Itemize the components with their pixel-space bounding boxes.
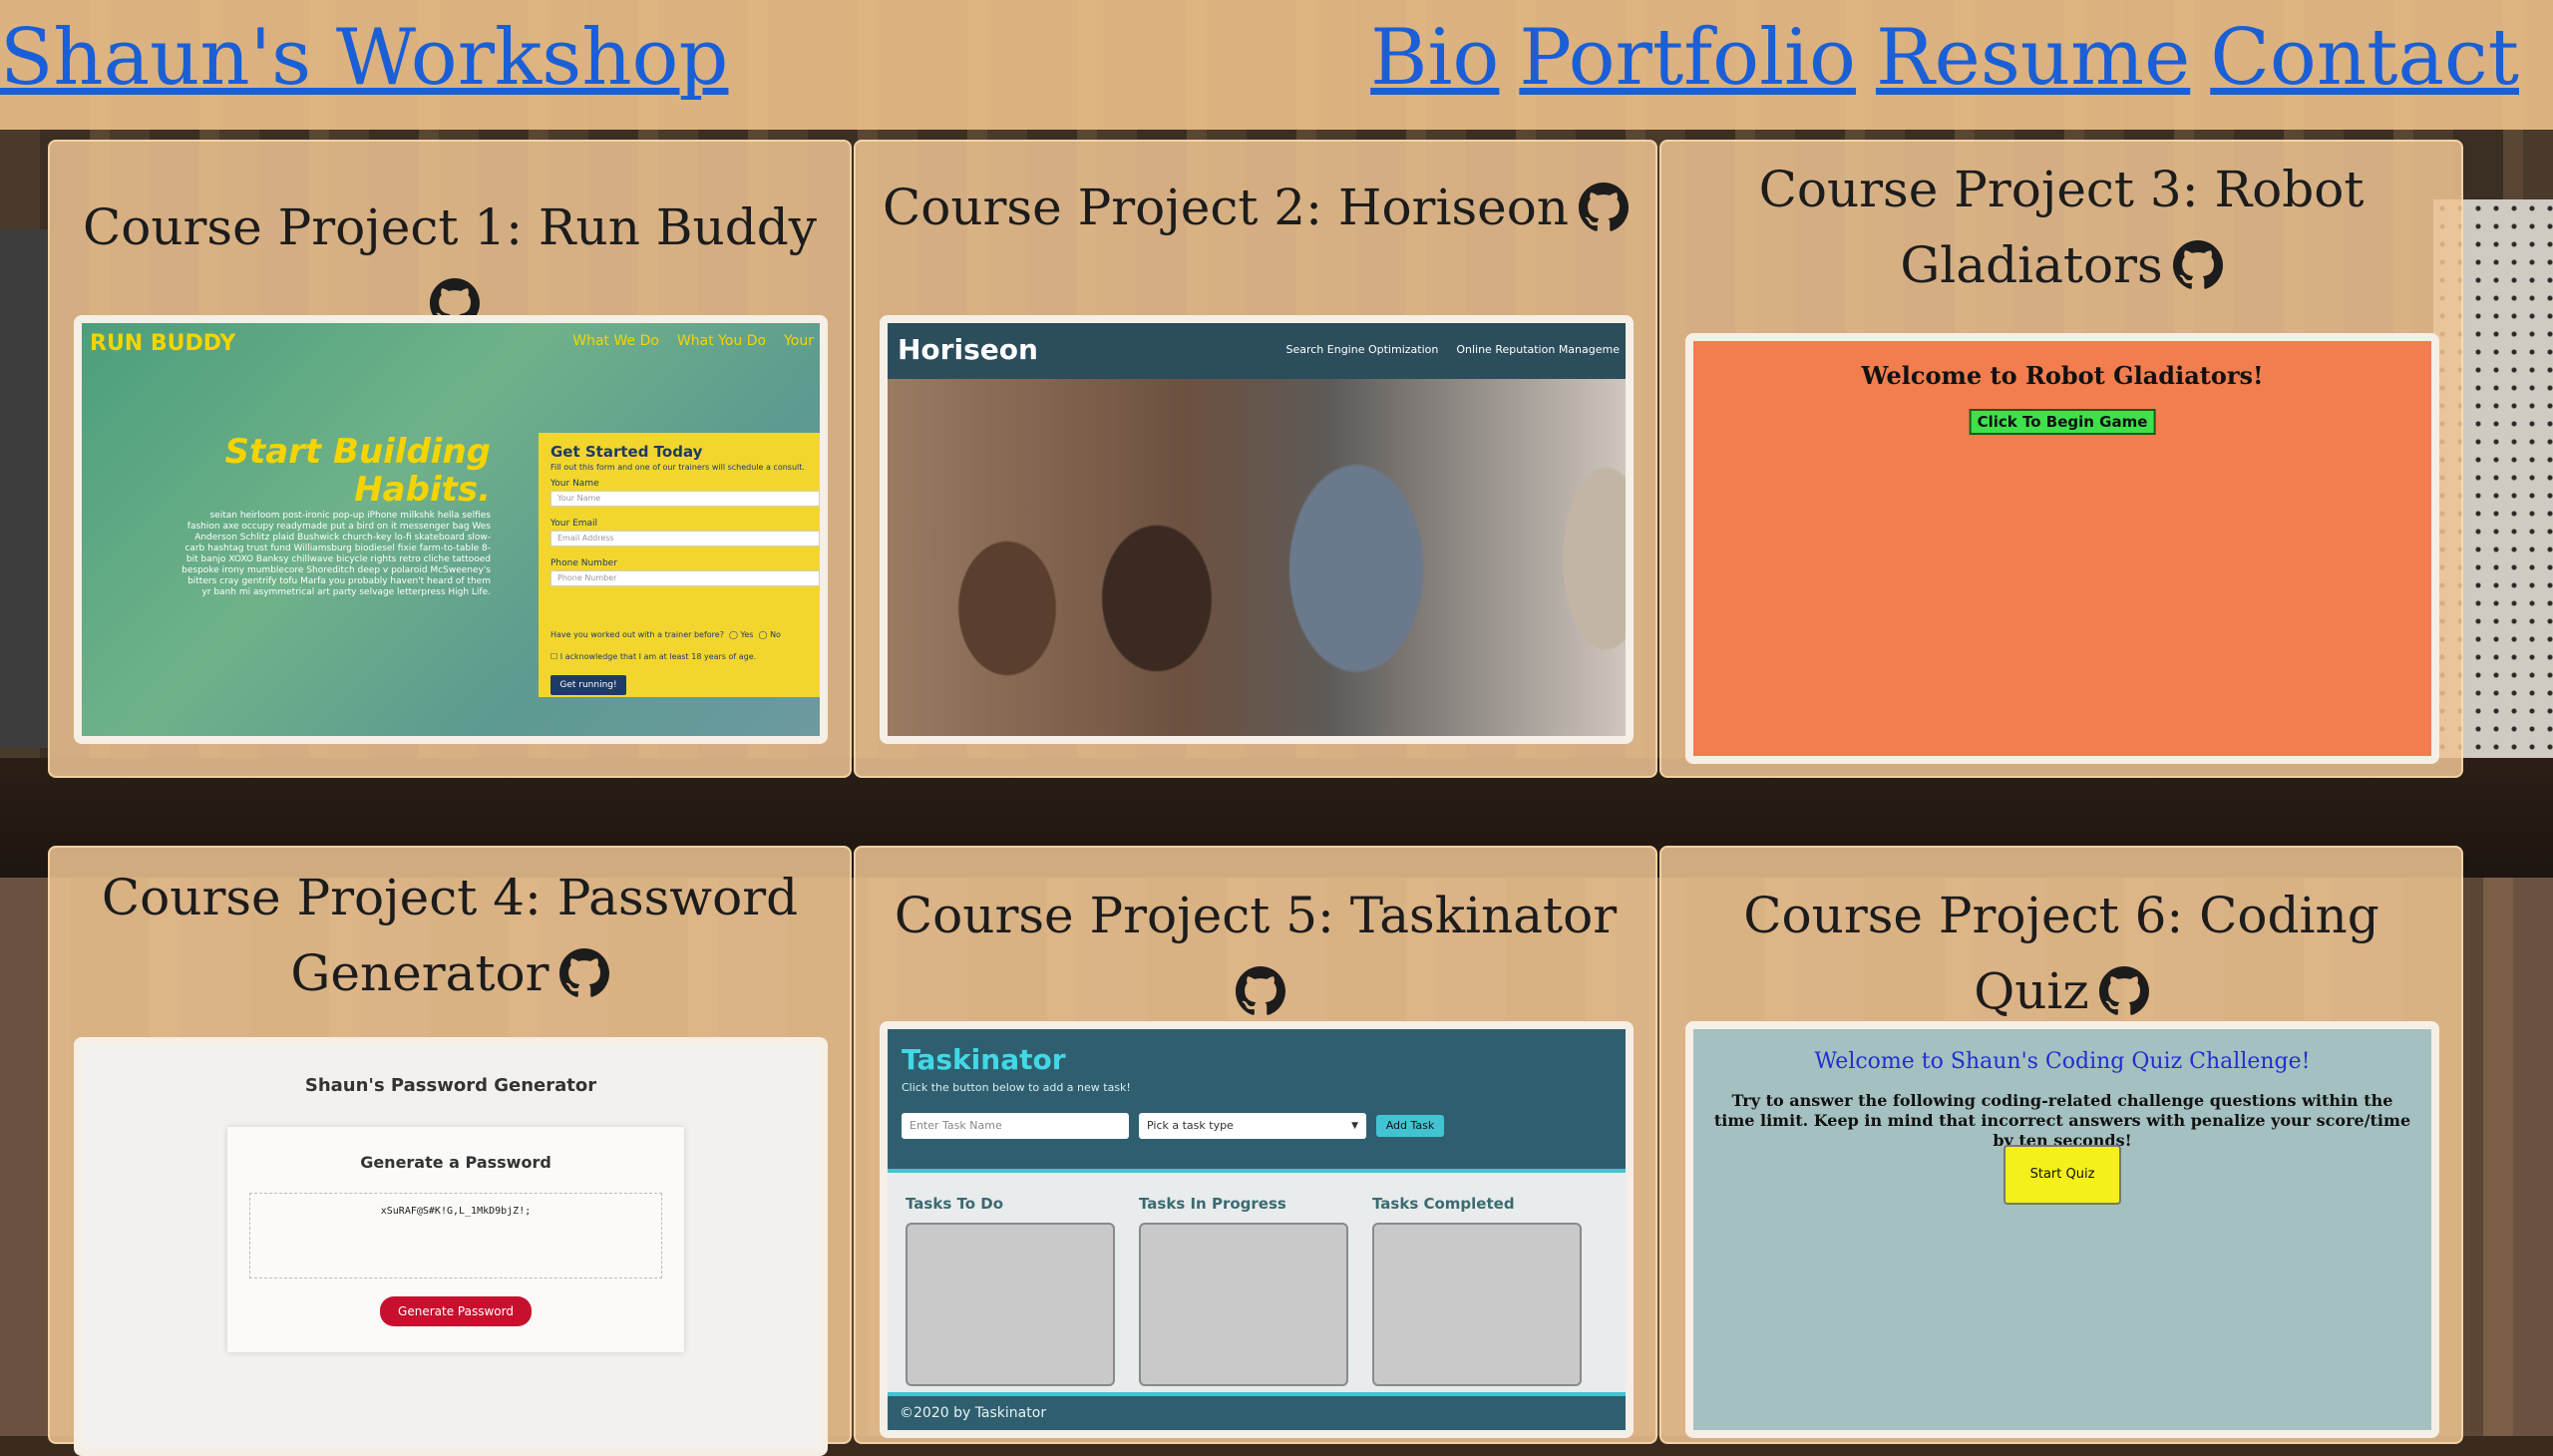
tool-rack [0, 229, 50, 748]
site-brand-link[interactable]: Shaun's Workshop [0, 8, 728, 108]
tk-add-task-button: Add Task [1376, 1115, 1444, 1137]
nav-link-portfolio[interactable]: Portfolio [1519, 8, 1856, 108]
project-screenshot-coding-quiz[interactable]: Welcome to Shaun's Coding Quiz Challenge… [1685, 1021, 2439, 1438]
github-icon[interactable] [558, 948, 609, 998]
rb-nav-item: Your [784, 333, 814, 349]
tk-column-in-progress: Tasks In Progress [1139, 1195, 1348, 1386]
cq-welcome: Welcome to Shaun's Coding Quiz Challenge… [1814, 1049, 2311, 1074]
project-title-6: Course Project 6: Coding Quiz [1743, 887, 2379, 1020]
rb-phone-label: Phone Number [550, 558, 617, 568]
rb-nav-item: What We Do [572, 333, 659, 349]
tk-footer: ©2020 by Taskinator [888, 1392, 1626, 1430]
hs-nav: Search Engine Optimization Online Reputa… [1285, 343, 1620, 356]
nav-link-contact[interactable]: Contact [2210, 8, 2519, 108]
tk-column-heading: Tasks Completed [1372, 1195, 1515, 1213]
rb-headline: Start Building Habits. [224, 432, 491, 510]
pg-generate-button: Generate Password [380, 1296, 532, 1326]
rb-ack-row: ☐ I acknowledge that I am at least 18 ye… [550, 652, 757, 661]
tk-column-todo: Tasks To Do [906, 1195, 1115, 1386]
rb-logo: RUN BUDDY [90, 331, 236, 356]
tk-logo: Taskinator [902, 1043, 1066, 1076]
project-screenshot-taskinator[interactable]: Taskinator Click the button below to add… [880, 1021, 1634, 1438]
project-screenshot-robot-gladiators[interactable]: Welcome to Robot Gladiators! Click To Be… [1685, 333, 2439, 764]
project-card-2: Course Project 2: Horiseon Horiseon Sear… [854, 140, 1657, 778]
tk-column-heading: Tasks To Do [906, 1195, 1003, 1213]
github-icon[interactable] [2172, 240, 2223, 290]
hs-nav-item: Search Engine Optimization [1285, 343, 1439, 356]
project-card-5: Course Project 5: Taskinator Taskinator … [854, 846, 1657, 1444]
nav-link-resume[interactable]: Resume [1876, 8, 2190, 108]
project-card-4: Course Project 4: Password Generator Sha… [48, 846, 852, 1456]
rg-begin-button: Click To Begin Game [1969, 409, 2156, 435]
rb-form: Get Started Today Fill out this form and… [539, 433, 820, 697]
rb-name-label: Your Name [550, 479, 599, 489]
main-nav: Bio Portfolio Resume Contact [1370, 8, 2519, 108]
rb-phone-input: Phone Number [550, 570, 820, 586]
rb-email-input: Email Address [550, 531, 820, 546]
project-title-5: Course Project 5: Taskinator [876, 878, 1636, 1029]
pg-page-title: Shaun's Password Generator [304, 1075, 597, 1096]
project-card-6: Course Project 6: Coding Quiz Welcome to… [1659, 846, 2463, 1444]
tk-column-box [1372, 1223, 1582, 1386]
project-title-4: Course Project 4: Password Generator [101, 869, 799, 1002]
tk-subtitle: Click the button below to add a new task… [902, 1081, 1131, 1094]
hs-hero-image [888, 379, 1626, 736]
tk-column-completed: Tasks Completed [1372, 1195, 1582, 1386]
rb-nav: What We Do What You Do Your [572, 333, 814, 349]
site-header: Shaun's Workshop Bio Portfolio Resume Co… [0, 0, 2553, 130]
rb-lorem: seitan heirloom post-ironic pop-up iPhon… [182, 511, 491, 597]
tk-header: Taskinator Click the button below to add… [888, 1029, 1626, 1173]
project-card-1: Course Project 1: Run Buddy RUN BUDDY Wh… [48, 140, 852, 778]
rb-ack-text: I acknowledge that I am at least 18 year… [559, 652, 757, 661]
rb-radio-row: Have you worked out with a trainer befor… [550, 630, 781, 639]
project-screenshot-password-generator[interactable]: Shaun's Password Generator Generate a Pa… [74, 1037, 828, 1456]
hs-logo: Horiseon [898, 333, 1038, 366]
rb-form-subtitle: Fill out this form and one of our traine… [550, 463, 805, 472]
tk-column-box [1139, 1223, 1348, 1386]
tk-column-box [906, 1223, 1115, 1386]
tk-column-heading: Tasks In Progress [1139, 1195, 1286, 1213]
project-card-3: Course Project 3: Robot Gladiators Welco… [1659, 140, 2463, 778]
tk-task-type-select: Pick a task type ▼ [1139, 1113, 1366, 1139]
nav-link-bio[interactable]: Bio [1370, 8, 1499, 108]
project-screenshot-run-buddy[interactable]: RUN BUDDY What We Do What You Do Your St… [74, 315, 828, 744]
rb-form-title: Get Started Today [550, 443, 703, 461]
project-title-3: Course Project 3: Robot Gladiators [1758, 161, 2365, 294]
pg-card-title: Generate a Password [360, 1153, 551, 1172]
rb-radio-question: Have you worked out with a trainer befor… [550, 630, 724, 639]
rb-nav-item: What You Do [676, 333, 767, 349]
rb-name-input: Your Name [550, 491, 820, 507]
rb-submit-button: Get running! [550, 675, 626, 695]
project-title-2: Course Project 2: Horiseon [876, 170, 1636, 245]
chevron-down-icon: ▼ [1351, 1121, 1358, 1131]
github-icon[interactable] [2098, 966, 2149, 1016]
hs-navbar: Horiseon Search Engine Optimization Onli… [888, 323, 1626, 379]
cq-description: Try to answer the following coding-relat… [1713, 1091, 2411, 1150]
rg-welcome: Welcome to Robot Gladiators! [1861, 361, 2264, 390]
pg-password-output: xSuRAF@S#K!G,L_1MkD9bjZ!; [249, 1193, 662, 1278]
cq-start-button: Start Quiz [2004, 1145, 2121, 1205]
tk-select-value: Pick a task type [1147, 1119, 1234, 1132]
github-icon[interactable] [1236, 966, 1285, 1016]
rb-email-label: Your Email [550, 519, 598, 529]
project-screenshot-horiseon[interactable]: Horiseon Search Engine Optimization Onli… [880, 315, 1634, 744]
rb-radio-no: No [770, 630, 781, 639]
tk-task-name-input: Enter Task Name [902, 1113, 1129, 1139]
rb-radio-yes: Yes [740, 630, 754, 639]
github-icon[interactable] [1579, 182, 1630, 232]
pg-card: Generate a Password xSuRAF@S#K!G,L_1MkD9… [227, 1127, 684, 1352]
hs-nav-item: Online Reputation Manageme [1456, 343, 1620, 356]
